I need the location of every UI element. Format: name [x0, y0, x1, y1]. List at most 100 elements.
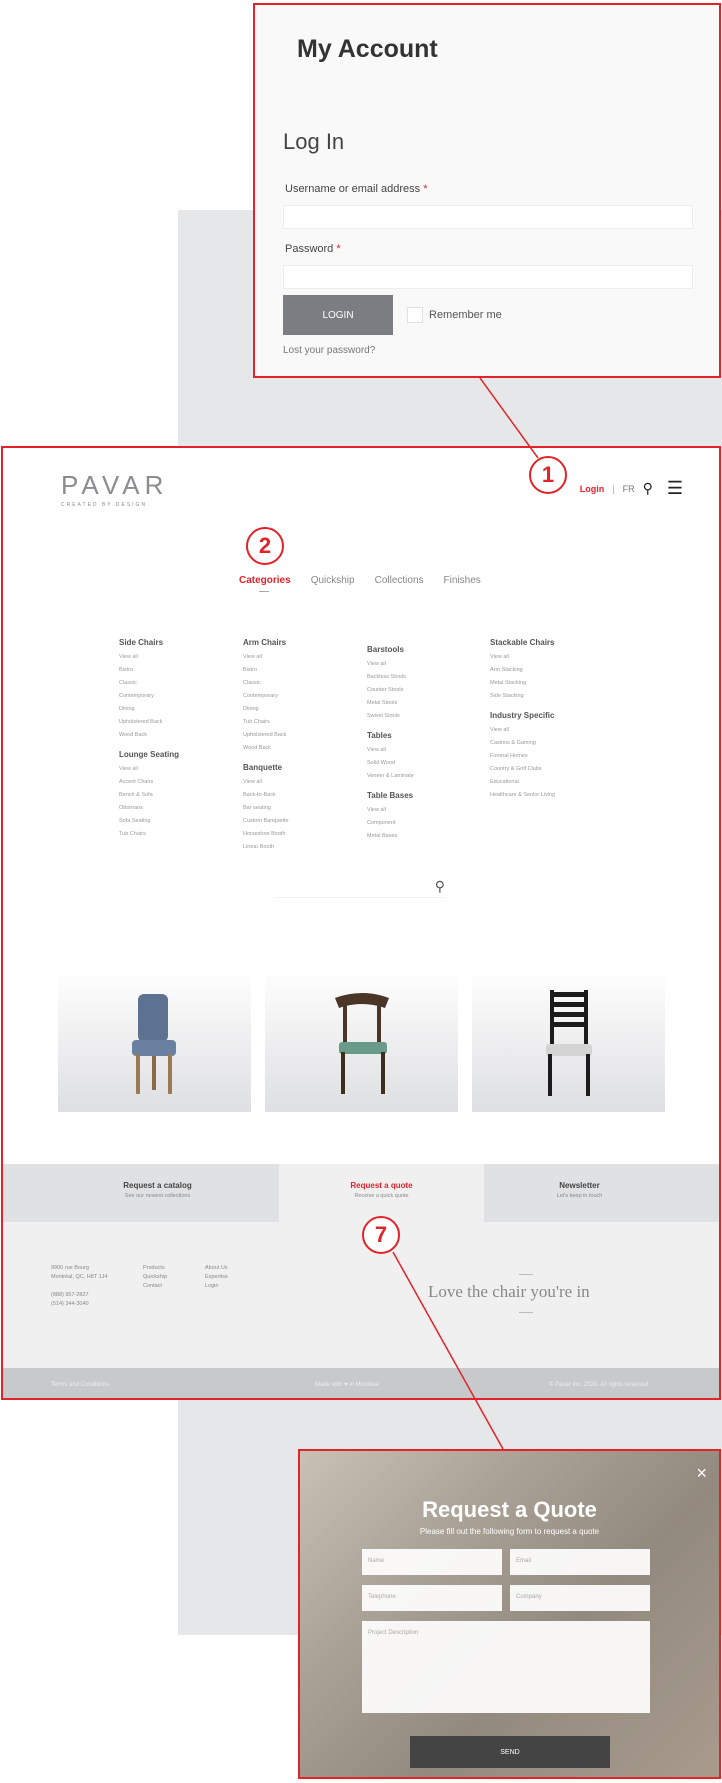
- category-link[interactable]: Accent Chairs: [119, 776, 229, 789]
- request-catalog-button[interactable]: Request a catalog See our newest collect…: [55, 1164, 260, 1222]
- category-heading[interactable]: Table Bases: [367, 791, 477, 800]
- category-link[interactable]: Back-to-Back: [243, 789, 353, 802]
- footer-link[interactable]: Quickship: [143, 1273, 167, 1282]
- project-description-field[interactable]: Project Description: [362, 1621, 650, 1713]
- telephone-field[interactable]: Telephone: [362, 1585, 502, 1611]
- search-icon[interactable]: ⚲: [435, 878, 445, 895]
- category-link[interactable]: Metal Stools: [367, 697, 477, 710]
- search-icon[interactable]: ⚲: [643, 480, 653, 497]
- category-heading[interactable]: Banquette: [243, 763, 353, 772]
- category-link[interactable]: Linear Booth: [243, 841, 353, 854]
- footer-link[interactable]: Login: [205, 1282, 228, 1291]
- category-heading[interactable]: Barstools: [367, 645, 477, 654]
- category-link[interactable]: Upholstered Back: [243, 729, 353, 742]
- email-field[interactable]: Email: [510, 1549, 650, 1575]
- category-link[interactable]: Contemporary: [243, 690, 353, 703]
- category-link[interactable]: Upholstered Back: [119, 716, 229, 729]
- footer-text: [51, 1282, 107, 1291]
- category-link[interactable]: View all: [367, 744, 477, 757]
- password-label: Password *: [285, 243, 341, 255]
- category-link[interactable]: Horseshoe Booth: [243, 828, 353, 841]
- category-heading[interactable]: Industry Specific: [490, 711, 600, 720]
- category-link[interactable]: Country & Golf Clubs: [490, 763, 600, 776]
- category-link[interactable]: Wood Back: [119, 729, 229, 742]
- footer-link[interactable]: Expertise: [205, 1273, 228, 1282]
- category-link[interactable]: Swivel Stools: [367, 710, 477, 723]
- footer-link[interactable]: About Us: [205, 1264, 228, 1273]
- product-image-black-chair[interactable]: [472, 976, 665, 1112]
- newsletter-button[interactable]: Newsletter Let's keep in touch: [477, 1164, 682, 1222]
- username-input[interactable]: [283, 205, 693, 229]
- login-button[interactable]: LOGIN: [283, 295, 393, 335]
- category-link[interactable]: Dining: [243, 703, 353, 716]
- category-heading[interactable]: Lounge Seating: [119, 750, 229, 759]
- modal-subtitle: Please fill out the following form to re…: [419, 1527, 600, 1536]
- category-link[interactable]: Bar seating: [243, 802, 353, 815]
- category-link[interactable]: Wood Back: [243, 742, 353, 755]
- language-link[interactable]: FR: [623, 484, 635, 494]
- product-image-blue-chair[interactable]: [58, 976, 251, 1112]
- footer-link[interactable]: Contact: [143, 1282, 167, 1291]
- category-link[interactable]: View all: [367, 658, 477, 671]
- category-heading[interactable]: Side Chairs: [119, 638, 229, 647]
- login-link[interactable]: Login: [580, 484, 605, 494]
- category-link[interactable]: Ottomans: [119, 802, 229, 815]
- category-link[interactable]: Classic: [243, 677, 353, 690]
- category-link[interactable]: Metal Bases: [367, 830, 477, 843]
- category-heading[interactable]: Tables: [367, 731, 477, 740]
- tab-quickship[interactable]: Quickship: [311, 575, 355, 586]
- category-link[interactable]: Casinos & Gaming: [490, 737, 600, 750]
- tab-finishes[interactable]: Finishes: [444, 575, 481, 586]
- category-link[interactable]: Tub Chairs: [119, 828, 229, 841]
- category-link[interactable]: Component: [367, 817, 477, 830]
- category-link[interactable]: View all: [119, 651, 229, 664]
- category-link[interactable]: Healthcare & Senior Living: [490, 789, 600, 802]
- category-link[interactable]: Educational: [490, 776, 600, 789]
- search-input[interactable]: ⚲: [275, 876, 445, 898]
- category-link[interactable]: Custom Banquette: [243, 815, 353, 828]
- category-link[interactable]: Arm Stacking: [490, 664, 600, 677]
- category-link[interactable]: Counter Stools: [367, 684, 477, 697]
- category-link[interactable]: Solid Wood: [367, 757, 477, 770]
- remember-me[interactable]: Remember me: [407, 307, 502, 323]
- category-link[interactable]: Sofa Seating: [119, 815, 229, 828]
- category-link[interactable]: Metal Stacking: [490, 677, 600, 690]
- footer-text: (888) 957-2827: [51, 1292, 89, 1298]
- product-image-wood-chair[interactable]: [265, 976, 458, 1112]
- category-gap: [243, 755, 353, 763]
- wood-chair-icon: [334, 993, 389, 1094]
- tab-collections[interactable]: Collections: [375, 575, 424, 586]
- password-input[interactable]: [283, 265, 693, 289]
- company-field[interactable]: Company: [510, 1585, 650, 1611]
- category-link[interactable]: View all: [119, 763, 229, 776]
- category-link[interactable]: Side Stacking: [490, 690, 600, 703]
- footer-link[interactable]: Products: [143, 1264, 167, 1273]
- category-link[interactable]: Contemporary: [119, 690, 229, 703]
- category-link[interactable]: View all: [243, 776, 353, 789]
- terms-link[interactable]: Terms and Conditions: [51, 1382, 109, 1388]
- remember-checkbox[interactable]: [407, 307, 423, 323]
- logo[interactable]: PAVAR CREATED BY DESIGN: [61, 470, 168, 508]
- category-link[interactable]: Bistro: [119, 664, 229, 677]
- category-link[interactable]: View all: [367, 804, 477, 817]
- category-link[interactable]: View all: [243, 651, 353, 664]
- category-link[interactable]: Tub Chairs: [243, 716, 353, 729]
- category-link[interactable]: View all: [490, 651, 600, 664]
- lost-password-link[interactable]: Lost your password?: [283, 345, 375, 356]
- name-field[interactable]: Name: [362, 1549, 502, 1575]
- category-link[interactable]: Dining: [119, 703, 229, 716]
- tab-categories[interactable]: Categories: [239, 575, 291, 592]
- hamburger-icon[interactable]: ☰: [667, 478, 683, 499]
- request-quote-button[interactable]: Request a quote Receive a quick quote: [279, 1164, 484, 1222]
- category-heading[interactable]: Arm Chairs: [243, 638, 353, 647]
- category-link[interactable]: Bench & Sofa: [119, 789, 229, 802]
- category-link[interactable]: View all: [490, 724, 600, 737]
- category-link[interactable]: Bistro: [243, 664, 353, 677]
- send-button[interactable]: SEND: [410, 1736, 610, 1768]
- category-link[interactable]: Veneer & Laminate: [367, 770, 477, 783]
- category-link[interactable]: Classic: [119, 677, 229, 690]
- category-heading[interactable]: Stackable Chairs: [490, 638, 600, 647]
- category-link[interactable]: Backless Stools: [367, 671, 477, 684]
- close-icon[interactable]: ×: [696, 1463, 707, 1484]
- category-link[interactable]: Funeral Homes: [490, 750, 600, 763]
